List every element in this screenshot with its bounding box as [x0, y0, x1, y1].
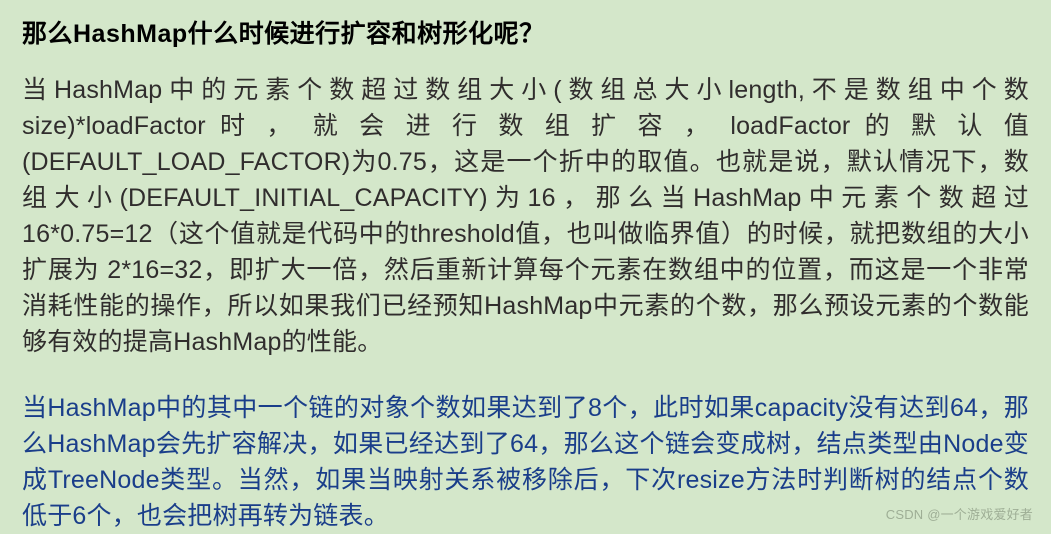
section-heading: 那么HashMap什么时候进行扩容和树形化呢？: [22, 14, 1029, 50]
paragraph-resize-explanation: 当HashMap中的元素个数超过数组大小(数组总大小length,不是数组中个数…: [22, 72, 1029, 360]
paragraph-treeify-explanation: 当HashMap中的其中一个链的对象个数如果达到了8个，此时如果capacity…: [22, 390, 1029, 534]
watermark-text: CSDN @一个游戏爱好者: [886, 504, 1033, 523]
